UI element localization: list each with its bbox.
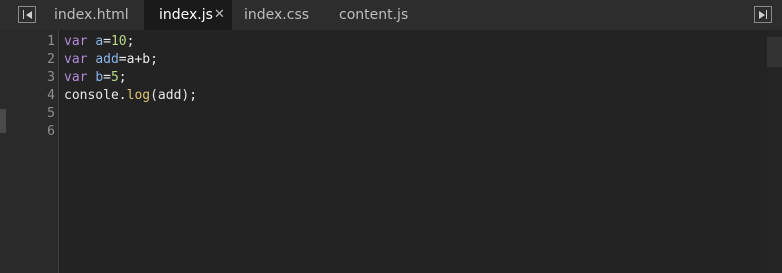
line-number: 6 (47, 124, 55, 139)
close-icon[interactable]: ✕ (214, 0, 225, 30)
keyword-token: var (64, 52, 88, 67)
identifier-token: b (95, 70, 104, 85)
number-token: 5 (110, 70, 119, 85)
tab-label: index.js (159, 7, 213, 23)
number-token: 10 (110, 34, 127, 49)
punctuation-token: ; (150, 52, 158, 67)
code-editor[interactable]: var a=10; var add=a+b; var b=5; console.… (64, 33, 197, 141)
operator-token: = (103, 70, 111, 85)
punctuation-token: ; (118, 70, 127, 85)
line-number: 2 (47, 52, 55, 67)
keyword-token: var (64, 34, 88, 49)
tab-content-js[interactable]: content.js (324, 0, 424, 30)
tab-bar: index.html index.js ✕ index.css content.… (0, 0, 782, 30)
arguments-token: (add); (150, 88, 198, 103)
code-line: var add=a+b; (64, 51, 197, 69)
code-line: console.log(add); (64, 87, 197, 105)
scroll-tabs-right-button[interactable] (754, 6, 772, 23)
triangle-left-icon (26, 11, 32, 19)
scroll-tabs-left-button[interactable] (18, 6, 36, 23)
operator-token: = (103, 34, 111, 49)
tab-label: content.js (339, 7, 409, 23)
line-number: 5 (47, 106, 55, 121)
line-numbers: 1 2 3 4 5 6 (0, 33, 55, 141)
operator-token: = (118, 52, 127, 67)
identifier-token: a (95, 34, 104, 49)
identifier-token: add (95, 52, 119, 67)
bar-icon (766, 10, 767, 19)
line-number: 3 (47, 70, 55, 85)
tab-label: index.css (244, 7, 310, 23)
scrollbar-thumb[interactable] (767, 37, 782, 67)
bar-icon (23, 10, 24, 19)
line-number: 4 (47, 88, 55, 103)
punctuation-token: ; (126, 34, 135, 49)
tab-label: index.html (54, 7, 129, 23)
line-number: 1 (47, 34, 55, 49)
tab-index-css[interactable]: index.css (232, 0, 324, 30)
object-token: console. (64, 88, 127, 103)
function-token: log (126, 88, 151, 103)
tab-index-js[interactable]: index.js ✕ (144, 0, 232, 30)
code-line: var a=10; (64, 33, 197, 51)
expression-token: a+b (126, 52, 151, 67)
tab-index-html[interactable]: index.html (40, 0, 144, 30)
keyword-token: var (64, 70, 88, 85)
triangle-right-icon (759, 11, 765, 19)
code-line: var b=5; (64, 69, 197, 87)
